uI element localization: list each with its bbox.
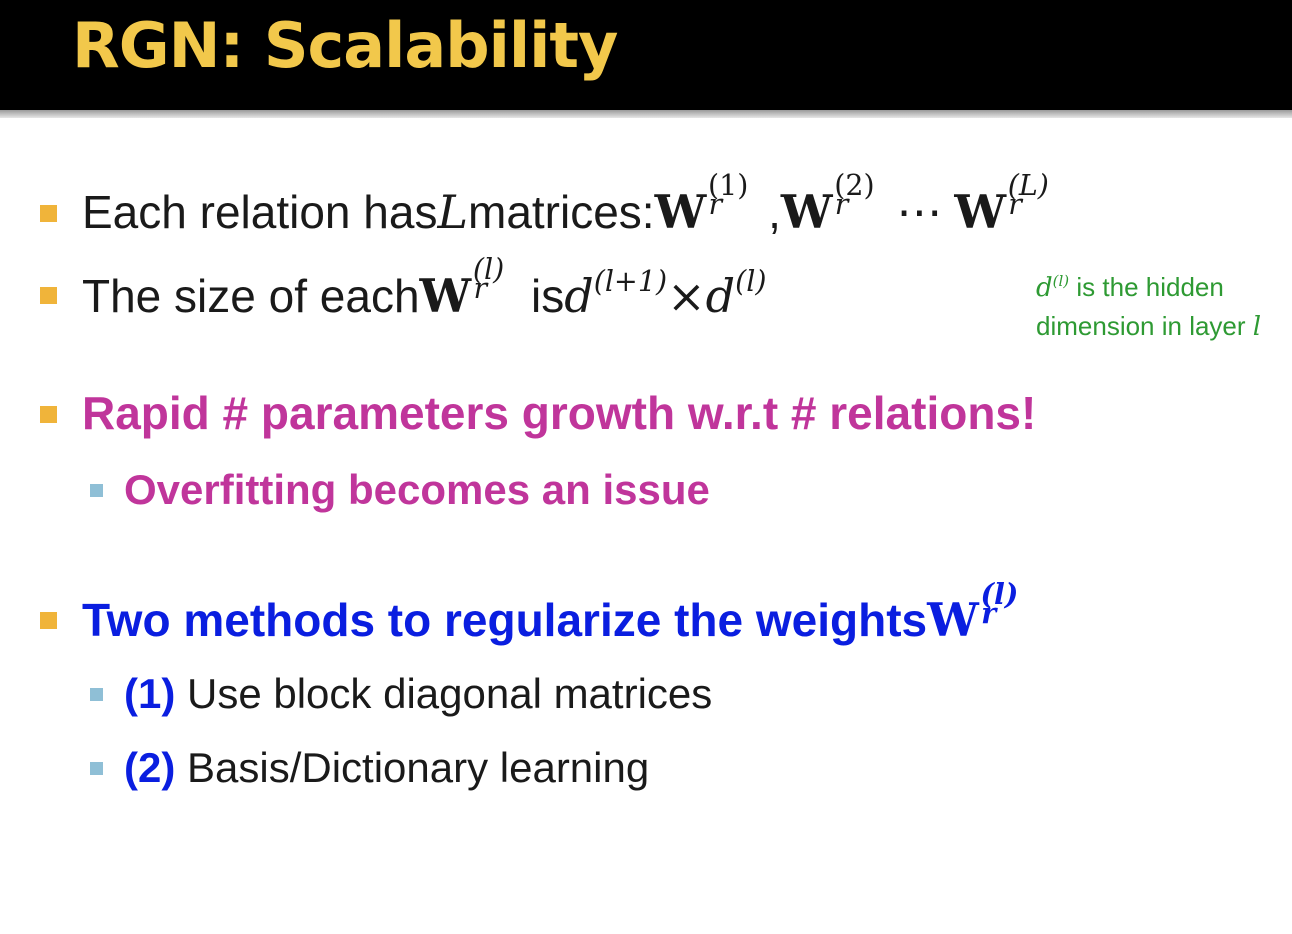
sub-bullet-block-diagonal: (1) Use block diagonal matrices (124, 670, 712, 718)
title-bar: RGN: Scalability (0, 0, 1292, 110)
math-subscript: r (1008, 188, 1022, 222)
math-scripts: (l) r (979, 577, 1039, 636)
math-symbol: W (780, 185, 833, 239)
bullet-text: Rapid # parameters growth w.r.t # relati… (82, 387, 1037, 439)
math-var-d: d (1036, 273, 1053, 303)
bullet-marker (40, 612, 57, 629)
math-var-L: L (437, 185, 468, 239)
math-times: × (667, 269, 706, 323)
bullet-marker (40, 205, 57, 222)
math-scripts: (2) r (833, 169, 893, 228)
math-subscript: r (708, 188, 723, 222)
math-scripts: (l) r (471, 253, 531, 312)
math-matrix-wl: W (l) r (419, 253, 531, 323)
math-matrix-wL: W (L) r (954, 169, 1066, 239)
math-symbol: W (419, 269, 472, 323)
sub-bullet-basis-learning: (2) Basis/Dictionary learning (124, 744, 649, 792)
math-subscript: r (834, 188, 849, 222)
math-superscript: (l) (1052, 272, 1070, 290)
footer-strip (0, 926, 1292, 934)
bullet-marker (40, 406, 57, 423)
sub-bullet-overfitting: Overfitting becomes an issue (124, 466, 710, 514)
math-subscript: r (981, 596, 997, 631)
sub-bullet-label: (2) (124, 744, 176, 791)
math-var-d: d (705, 269, 736, 323)
sub-bullet-label: (1) (124, 670, 176, 717)
bullet-text: Overfitting becomes an issue (124, 466, 710, 513)
bullet-regularize: Two methods to regularize the weights W … (82, 577, 1039, 647)
side-note-line-2: dimension in layer l (1036, 309, 1261, 345)
bullet-text: Use block diagonal matrices (175, 670, 713, 717)
side-note-text: is the hidden (1069, 272, 1224, 302)
math-ellipsis: ⋯ (896, 185, 943, 239)
bullet-text: is (531, 270, 565, 322)
math-var-l: l (1252, 312, 1262, 342)
math-matrix-w1: W (1) r (654, 169, 766, 239)
math-scripts: (1) r (706, 169, 766, 228)
math-superscript: (l) (735, 264, 767, 298)
math-comma: , (768, 186, 781, 238)
bullet-text: The size of each (82, 270, 420, 322)
slide-title: RGN: Scalability (72, 9, 618, 82)
side-note: d(l) is the hidden dimension in layer l (1036, 270, 1261, 345)
side-note-text: dimension in layer (1036, 311, 1253, 341)
side-note-line-1: d(l) is the hidden (1036, 270, 1261, 309)
bullet-text: Basis/Dictionary learning (175, 744, 650, 791)
bullet-relation-matrices: Each relation has L matrices: W (1) r , … (82, 169, 1066, 239)
math-symbol: W (654, 185, 707, 239)
math-symbol: W (927, 593, 979, 647)
bullet-marker (40, 287, 57, 304)
math-symbol: W (954, 185, 1006, 239)
sub-bullet-marker (90, 484, 103, 497)
bullet-text: Each relation has (82, 186, 438, 238)
sub-bullet-marker (90, 688, 103, 701)
math-superscript: (l+1) (593, 264, 668, 298)
bullet-text: matrices: (468, 186, 655, 238)
math-matrix-w2: W (2) r (780, 169, 893, 239)
bullet-rapid-growth: Rapid # parameters growth w.r.t # relati… (82, 386, 1036, 440)
math-var-d: d (564, 269, 594, 323)
bullet-matrix-size: The size of each W (l) r is d (l+1) × d … (82, 253, 767, 323)
math-scripts: (L) r (1006, 169, 1066, 228)
math-matrix-wl: W (l) r (927, 577, 1039, 647)
sub-bullet-marker (90, 762, 103, 775)
title-divider (0, 110, 1292, 118)
bullet-text: Two methods to regularize the weights (82, 594, 928, 646)
math-subscript: r (473, 272, 488, 306)
